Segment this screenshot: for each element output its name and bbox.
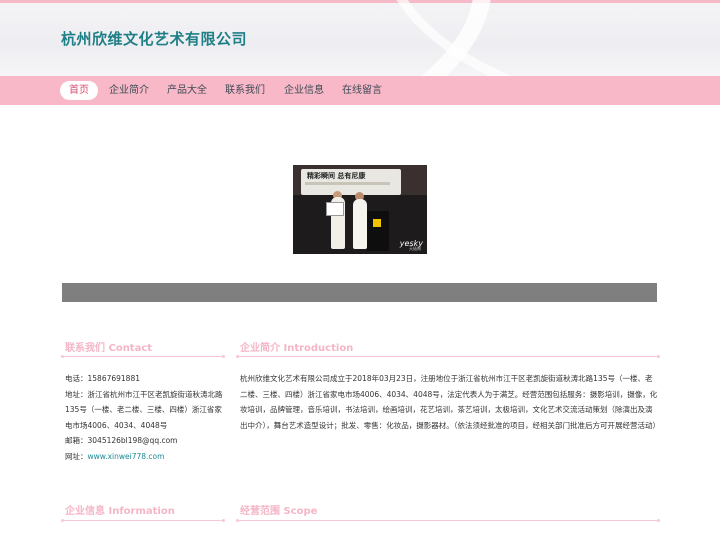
nav-item-info[interactable]: 企业信息 <box>281 81 327 100</box>
banner-image[interactable]: 精彩瞬间 总有尼康 yesky 天极网 <box>293 165 427 254</box>
contact-details: 电话：15867691881 地址：浙江省杭州市江干区老凯旋街道秋涛北路135号… <box>65 371 225 464</box>
contact-website-label: 网址： <box>65 451 88 461</box>
banner-sign-stripe <box>305 182 390 185</box>
banner-watermark-sub: 天极网 <box>409 246 421 251</box>
contact-phone: 电话：15867691881 <box>65 374 140 383</box>
intro-body: 杭州欣维文化艺术有限公司成立于2018年03月23日，注册地位于浙江省杭州市江干… <box>240 374 660 430</box>
contact-section-title: 联系我们 Contact <box>65 343 153 354</box>
nav-item-home[interactable]: 首页 <box>60 81 98 100</box>
banner-podium <box>367 211 389 251</box>
banner-sign-text: 精彩瞬间 总有尼康 <box>307 172 366 180</box>
site-title[interactable]: 杭州欣维文化艺术有限公司 <box>61 28 247 49</box>
banner-person <box>353 199 367 249</box>
intro-section-underline <box>236 355 660 358</box>
contact-address: 地址：浙江省杭州市江干区老凯旋街道秋涛北路135号（一楼、老二楼、三楼、四楼）浙… <box>65 389 223 430</box>
info-section-title: 企业信息 Information <box>65 506 175 517</box>
main-nav: 首页 企业简介 产品大全 联系我们 企业信息 在线留言 <box>0 76 720 105</box>
nav-item-about[interactable]: 企业简介 <box>106 81 152 100</box>
contact-website: 网址：www.xinwei778.com <box>65 449 225 465</box>
intro-section-title: 企业简介 Introduction <box>240 343 354 354</box>
gray-divider-bar <box>62 283 657 302</box>
nav-item-contact[interactable]: 联系我们 <box>222 81 268 100</box>
scope-section-underline <box>236 519 660 522</box>
contact-section-underline <box>61 355 225 358</box>
info-section-underline <box>61 519 225 522</box>
banner-podium-logo <box>373 219 381 227</box>
contact-email: 邮箱：3045126bl198@qq.com <box>65 436 178 445</box>
nav-item-products[interactable]: 产品大全 <box>164 81 210 100</box>
contact-website-link[interactable]: www.xinwei778.com <box>88 452 165 461</box>
nav-item-message[interactable]: 在线留言 <box>339 81 385 100</box>
scope-section-title: 经营范围 Scope <box>240 506 318 517</box>
banner-board <box>326 202 344 216</box>
header: 杭州欣维文化艺术有限公司 <box>0 0 720 76</box>
